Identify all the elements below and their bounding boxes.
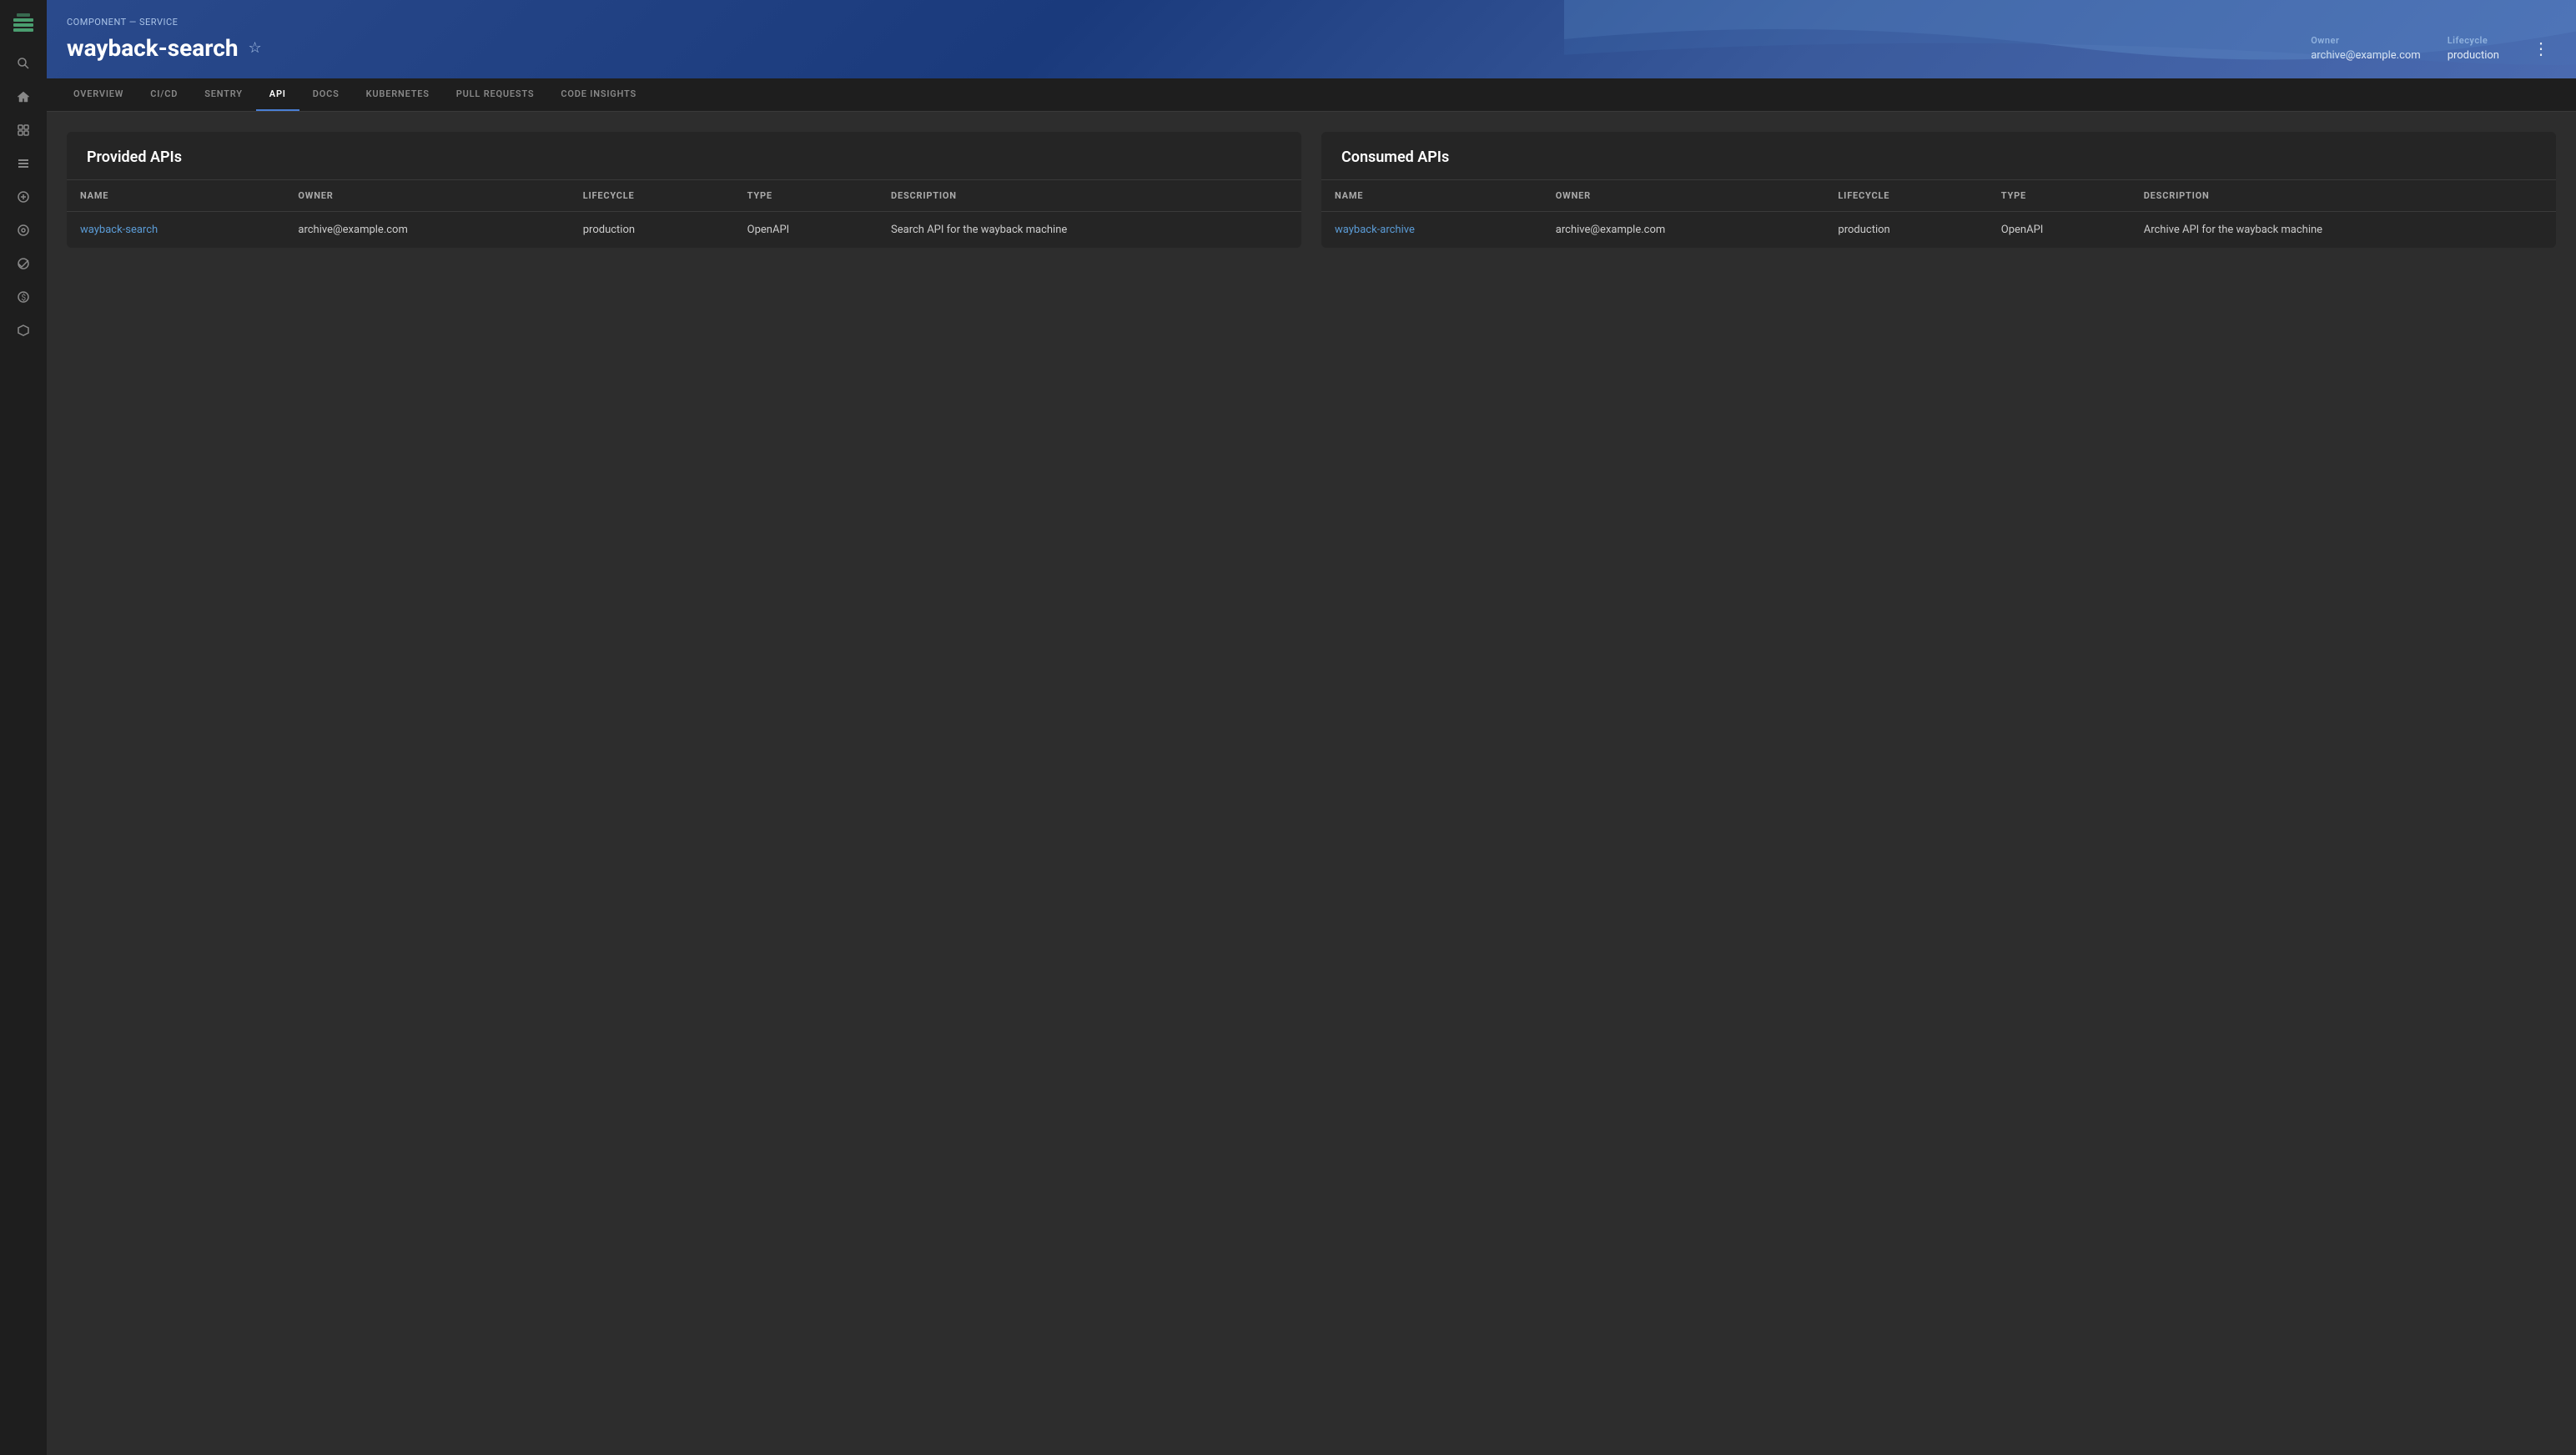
sidebar: $ (0, 0, 47, 1455)
api-lifecycle-cell: production (1824, 212, 1987, 249)
api-owner-cell: archive@example.com (284, 212, 569, 249)
api-description-cell: Archive API for the wayback machine (2131, 212, 2556, 249)
col-description: DESCRIPTION (2131, 180, 2556, 212)
col-owner: OWNER (1542, 180, 1825, 212)
lifecycle-label: Lifecycle (2448, 35, 2499, 46)
col-owner: OWNER (284, 180, 569, 212)
owner-label: Owner (2311, 35, 2420, 46)
favorite-icon[interactable]: ☆ (249, 39, 262, 57)
content-area: Provided APIs NAME OWNER LIFECYCLE TYPE … (47, 112, 2576, 1455)
more-options-button[interactable]: ⋮ (2526, 35, 2556, 62)
tab-pull-requests[interactable]: PULL REQUESTS (443, 78, 548, 111)
consumed-apis-panel: Consumed APIs NAME OWNER LIFECYCLE TYPE … (1321, 132, 2556, 248)
puzzle-icon[interactable] (10, 117, 37, 143)
api-name-cell: wayback-archive (1321, 212, 1542, 249)
col-type: TYPE (1988, 180, 2131, 212)
consumed-apis-table: NAME OWNER LIFECYCLE TYPE DESCRIPTION wa… (1321, 180, 2556, 248)
tab-api[interactable]: API (256, 78, 299, 111)
search-icon[interactable] (10, 50, 37, 77)
tab-kubernetes[interactable]: KUBERNETES (353, 78, 443, 111)
col-name: NAME (1321, 180, 1542, 212)
api-name-cell: wayback-search (67, 212, 284, 249)
svg-text:$: $ (22, 292, 27, 303)
api-lifecycle-cell: production (570, 212, 734, 249)
table-row: wayback-search archive@example.com produ… (67, 212, 1301, 249)
api-name-link[interactable]: wayback-archive (1335, 224, 1415, 236)
col-type: TYPE (734, 180, 878, 212)
tab-code-insights[interactable]: CODE INSIGHTS (547, 78, 650, 111)
col-name: NAME (67, 180, 284, 212)
provided-apis-table: NAME OWNER LIFECYCLE TYPE DESCRIPTION wa… (67, 180, 1301, 248)
page-header: COMPONENT — SERVICE wayback-search ☆ Own… (47, 0, 2576, 78)
provided-apis-panel: Provided APIs NAME OWNER LIFECYCLE TYPE … (67, 132, 1301, 248)
owner-meta: Owner archive@example.com (2311, 35, 2420, 62)
dollar-icon[interactable]: $ (10, 284, 37, 310)
tab-navigation: OVERVIEW CI/CD SENTRY API DOCS KUBERNETE… (47, 78, 2576, 112)
api-type-cell: OpenAPI (734, 212, 878, 249)
col-lifecycle: LIFECYCLE (570, 180, 734, 212)
consumed-apis-title: Consumed APIs (1321, 132, 2556, 180)
api-owner-cell: archive@example.com (1542, 212, 1825, 249)
api-type-cell: OpenAPI (1988, 212, 2131, 249)
compass-icon[interactable] (10, 217, 37, 244)
lifecycle-meta: Lifecycle production (2448, 35, 2499, 62)
api-name-link[interactable]: wayback-search (80, 224, 158, 236)
api-description-cell: Search API for the wayback machine (878, 212, 1301, 249)
tab-cicd[interactable]: CI/CD (137, 78, 191, 111)
page-title: wayback-search (67, 34, 239, 62)
tab-sentry[interactable]: SENTRY (191, 78, 256, 111)
col-description: DESCRIPTION (878, 180, 1301, 212)
check-icon[interactable] (10, 250, 37, 277)
table-row: wayback-archive archive@example.com prod… (1321, 212, 2556, 249)
logo[interactable] (10, 10, 37, 37)
header-metadata: Owner archive@example.com Lifecycle prod… (2311, 35, 2556, 62)
breadcrumb: COMPONENT — SERVICE (67, 17, 2556, 28)
provided-apis-title: Provided APIs (67, 132, 1301, 180)
add-circle-icon[interactable] (10, 184, 37, 210)
owner-value: archive@example.com (2311, 49, 2420, 62)
lifecycle-value: production (2448, 49, 2499, 62)
main-content: COMPONENT — SERVICE wayback-search ☆ Own… (47, 0, 2576, 1455)
home-icon[interactable] (10, 83, 37, 110)
tab-overview[interactable]: OVERVIEW (60, 78, 137, 111)
tab-docs[interactable]: DOCS (299, 78, 353, 111)
col-lifecycle: LIFECYCLE (1824, 180, 1987, 212)
list-icon[interactable] (10, 150, 37, 177)
graphql-icon[interactable] (10, 317, 37, 344)
